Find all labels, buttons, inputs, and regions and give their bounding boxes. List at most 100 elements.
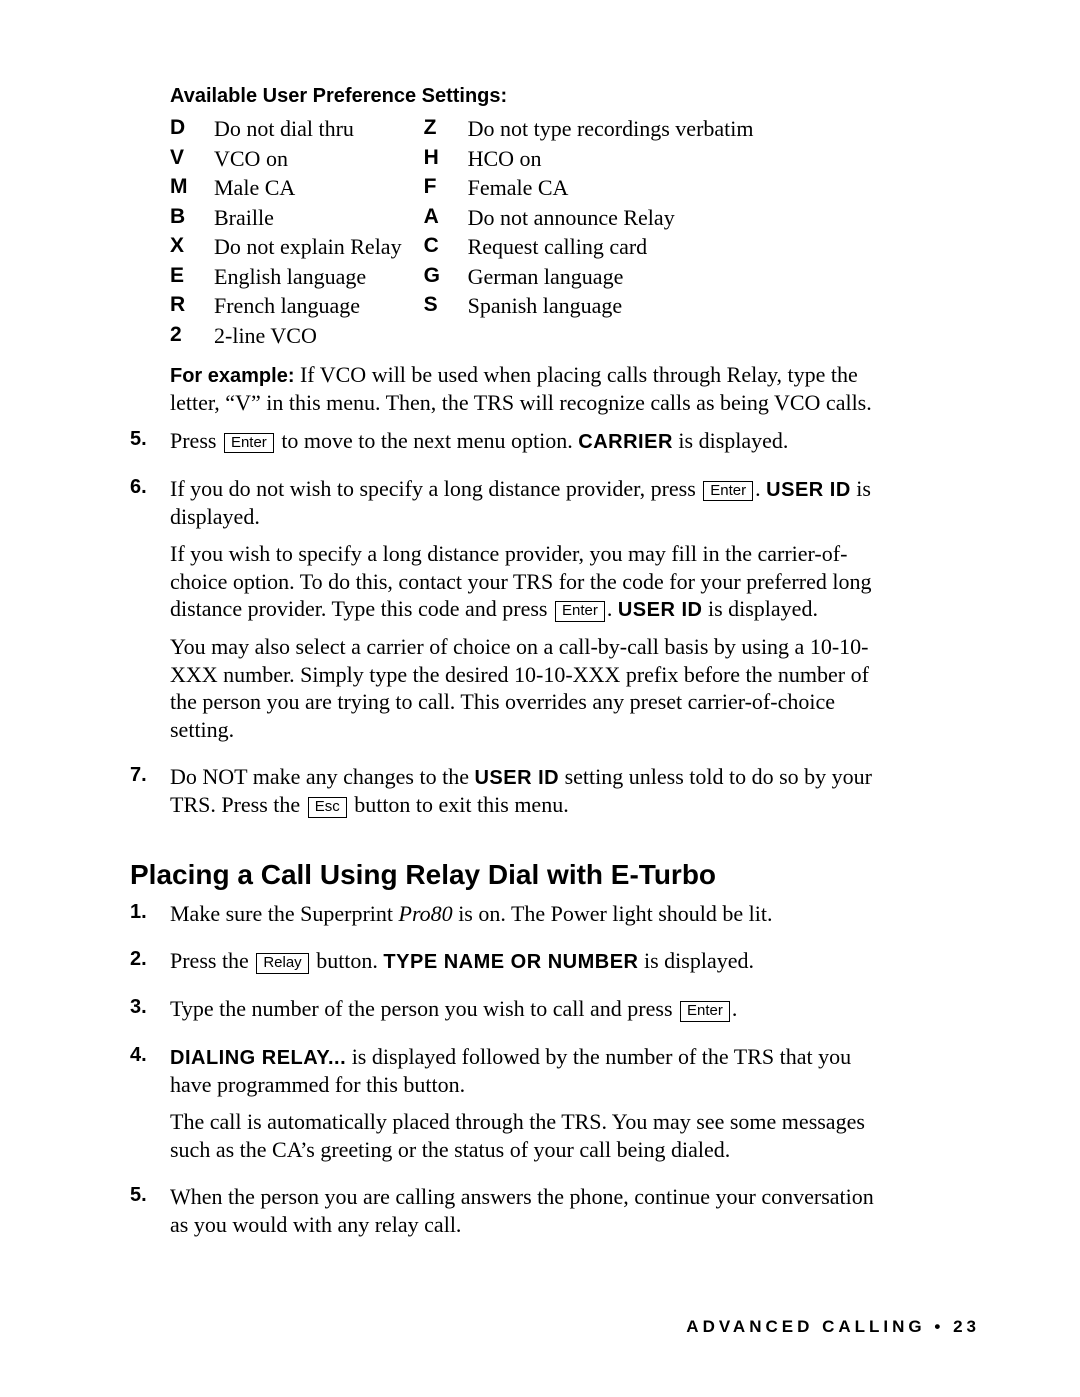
setting-value: German language [468, 263, 754, 293]
setting-key: M [170, 174, 214, 204]
settings-row: MMale CAFFemale CA [170, 174, 754, 204]
enter-key: Enter [703, 481, 753, 502]
setting-value: Spanish language [468, 292, 754, 322]
text: button. [311, 948, 384, 973]
setting-key: E [170, 263, 214, 293]
text: to move to the next menu option. [276, 428, 578, 453]
setting-value: Male CA [214, 174, 424, 204]
setting-value: Braille [214, 204, 424, 234]
lcd-text: TYPE NAME OR NUMBER [383, 951, 638, 973]
lcd-text: USER ID [474, 767, 559, 789]
setting-value: HCO on [468, 145, 754, 175]
lcd-text: DIALING RELAY... [170, 1047, 346, 1069]
setting-value: Do not dial thru [214, 115, 424, 145]
s2-step-3: 3. Type the number of the person you wis… [170, 995, 890, 1033]
enter-key: Enter [224, 433, 274, 454]
footer-section: ADVANCED CALLING [686, 1317, 925, 1336]
setting-key: C [424, 233, 468, 263]
step-body: Make sure the Superprint Pro80 is on. Th… [170, 900, 890, 938]
text: If you do not wish to specify a long dis… [170, 476, 701, 501]
text: . [755, 476, 766, 501]
settings-row: VVCO onHHCO on [170, 145, 754, 175]
setting-key: F [424, 174, 468, 204]
text: button to exit this menu. [349, 792, 569, 817]
step-number: 5. [130, 427, 170, 465]
text: is displayed. [702, 596, 818, 621]
text: is displayed. [639, 948, 755, 973]
step-body: DIALING RELAY... is displayed followed b… [170, 1043, 890, 1174]
text: You may also select a carrier of choice … [170, 633, 890, 743]
lcd-text: USER ID [618, 599, 703, 621]
text: The call is automatically placed through… [170, 1108, 890, 1163]
text: When the person you are calling answers … [170, 1183, 890, 1238]
text: Press the [170, 948, 254, 973]
settings-row: RFrench languageSSpanish language [170, 292, 754, 322]
setting-value: 2-line VCO [214, 322, 424, 352]
setting-value [468, 322, 754, 352]
step-number: 1. [130, 900, 170, 938]
settings-heading: Available User Preference Settings: [170, 84, 890, 109]
setting-key: V [170, 145, 214, 175]
text: . [607, 596, 618, 621]
setting-key: G [424, 263, 468, 293]
settings-row: DDo not dial thruZDo not type recordings… [170, 115, 754, 145]
relay-key: Relay [256, 953, 308, 974]
settings-row: XDo not explain RelayCRequest calling ca… [170, 233, 754, 263]
text: Press [170, 428, 222, 453]
step-6: 6. If you do not wish to specify a long … [170, 475, 890, 754]
footer-page-number: 23 [953, 1317, 980, 1336]
step-number: 3. [130, 995, 170, 1033]
s2-step-1: 1. Make sure the Superprint Pro80 is on.… [170, 900, 890, 938]
step-number: 5. [130, 1183, 170, 1248]
step-5: 5. Press Enter to move to the next menu … [170, 427, 890, 465]
page-footer: ADVANCED CALLING • 23 [686, 1317, 980, 1337]
settings-row: BBrailleADo not announce Relay [170, 204, 754, 234]
esc-key: Esc [308, 797, 347, 818]
footer-bullet: • [934, 1317, 944, 1336]
settings-row: EEnglish languageGGerman language [170, 263, 754, 293]
text: . [732, 996, 738, 1021]
setting-value: English language [214, 263, 424, 293]
setting-value: Do not explain Relay [214, 233, 424, 263]
setting-value: Do not announce Relay [468, 204, 754, 234]
setting-key [424, 322, 468, 352]
s2-step-2: 2. Press the Relay button. TYPE NAME OR … [170, 947, 890, 985]
setting-key: D [170, 115, 214, 145]
section-heading: Placing a Call Using Relay Dial with E-T… [130, 857, 890, 892]
setting-key: R [170, 292, 214, 322]
text: Type the number of the person you wish t… [170, 996, 678, 1021]
step-body: Press the Relay button. TYPE NAME OR NUM… [170, 947, 890, 985]
step-7: 7. Do NOT make any changes to the USER I… [170, 763, 890, 829]
setting-key: X [170, 233, 214, 263]
step-body: When the person you are calling answers … [170, 1183, 890, 1248]
setting-value: French language [214, 292, 424, 322]
step-body: If you do not wish to specify a long dis… [170, 475, 890, 754]
lcd-text: CARRIER [578, 431, 673, 453]
text: is on. The Power light should be lit. [453, 901, 773, 926]
step-number: 4. [130, 1043, 170, 1174]
setting-value: Request calling card [468, 233, 754, 263]
product-name: Pro80 [399, 901, 453, 926]
setting-key: H [424, 145, 468, 175]
step-number: 2. [130, 947, 170, 985]
example-label: For example: [170, 365, 294, 387]
text: Do NOT make any changes to the [170, 764, 474, 789]
s2-step-5: 5. When the person you are calling answe… [170, 1183, 890, 1248]
setting-value: Do not type recordings verbatim [468, 115, 754, 145]
enter-key: Enter [680, 1001, 730, 1022]
settings-row: 22-line VCO [170, 322, 754, 352]
step-body: Press Enter to move to the next menu opt… [170, 427, 890, 465]
page: Available User Preference Settings: DDo … [0, 0, 1080, 1397]
enter-key: Enter [555, 601, 605, 622]
setting-key: Z [424, 115, 468, 145]
content-column: Available User Preference Settings: DDo … [170, 84, 890, 1248]
lcd-text: USER ID [766, 479, 851, 501]
setting-key: A [424, 204, 468, 234]
setting-key: 2 [170, 322, 214, 352]
step-body: Type the number of the person you wish t… [170, 995, 890, 1033]
step-number: 6. [130, 475, 170, 754]
step-number: 7. [130, 763, 170, 829]
settings-table: DDo not dial thruZDo not type recordings… [170, 115, 754, 351]
setting-value: Female CA [468, 174, 754, 204]
setting-key: S [424, 292, 468, 322]
